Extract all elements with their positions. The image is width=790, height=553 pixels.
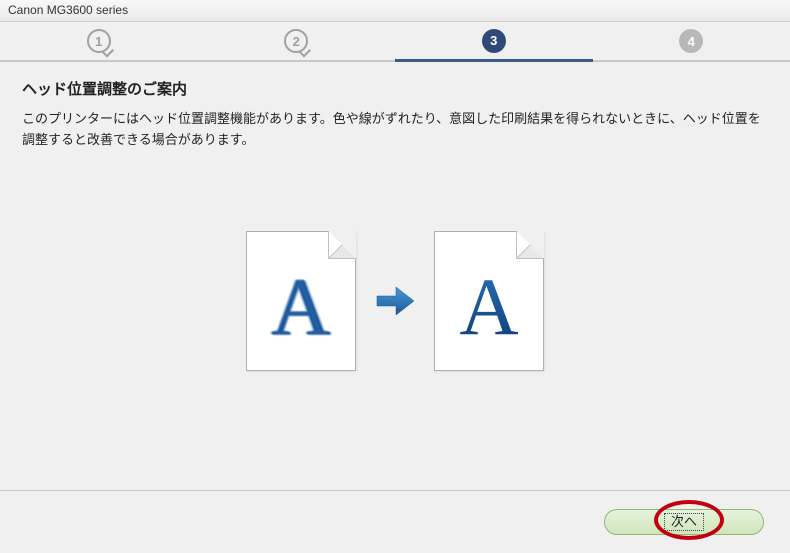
page-heading: ヘッド位置調整のご案内: [22, 78, 768, 99]
next-button-label: 次へ: [664, 513, 704, 531]
step-4: 4: [593, 22, 790, 62]
misaligned-letter: A: [271, 266, 330, 348]
main-content: ヘッド位置調整のご案内 このプリンターにはヘッド位置調整機能があります。色や線が…: [0, 62, 790, 490]
alignment-illustration: A A: [22, 231, 768, 371]
page-description: このプリンターにはヘッド位置調整機能があります。色や線がずれたり、意図した印刷結…: [22, 109, 768, 151]
arrow-right-icon: [374, 280, 416, 322]
step-2: 2: [198, 22, 396, 62]
step-3: 3: [395, 22, 593, 62]
step-1: 1: [0, 22, 198, 62]
footer-bar: 次へ: [0, 490, 790, 552]
step-1-badge: 1: [87, 29, 111, 53]
step-4-badge: 4: [679, 29, 703, 53]
step-2-badge: 2: [284, 29, 308, 53]
window-title: Canon MG3600 series: [8, 3, 128, 17]
step-indicator: 1 2 3 4: [0, 22, 790, 62]
aligned-letter: A: [459, 266, 518, 348]
misaligned-page-icon: A: [246, 231, 356, 371]
window-title-bar: Canon MG3600 series: [0, 0, 790, 22]
next-button[interactable]: 次へ: [604, 509, 764, 535]
aligned-page-icon: A: [434, 231, 544, 371]
step-3-badge: 3: [482, 29, 506, 53]
